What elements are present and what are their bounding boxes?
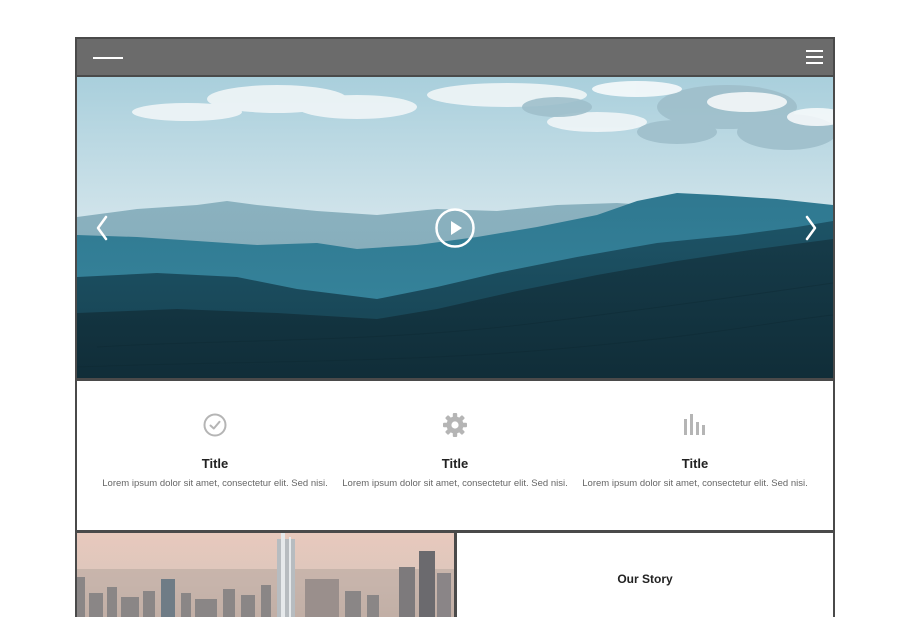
feature-text: Lorem ipsum dolor sit amet, consectetur … [342,478,568,489]
feature-title: Title [681,456,709,471]
top-bar [77,39,833,77]
feature-title: Title [441,456,469,471]
page-frame: Title Lorem ipsum dolor sit amet, consec… [75,37,835,617]
features-section: Title Lorem ipsum dolor sit amet, consec… [77,381,833,533]
chevron-right-icon[interactable] [801,213,821,243]
feature-text: Lorem ipsum dolor sit amet, consectetur … [582,478,808,489]
feature-title: Title [201,456,229,471]
city-skyline-image [77,533,454,617]
bottom-section: Our Story [77,533,833,617]
feature-text: Lorem ipsum dolor sit amet, consectetur … [102,478,328,489]
play-circle-icon[interactable] [434,207,476,249]
gear-icon [443,413,467,437]
our-story-panel: Our Story [457,533,833,617]
story-title: Our Story [617,572,673,586]
check-circle-icon [203,413,227,437]
bar-chart-icon [684,414,705,435]
hamburger-icon[interactable] [806,50,823,65]
city-image [77,533,454,617]
logo[interactable] [93,57,123,59]
chevron-left-icon[interactable] [92,213,112,243]
hero-slider [77,77,833,381]
